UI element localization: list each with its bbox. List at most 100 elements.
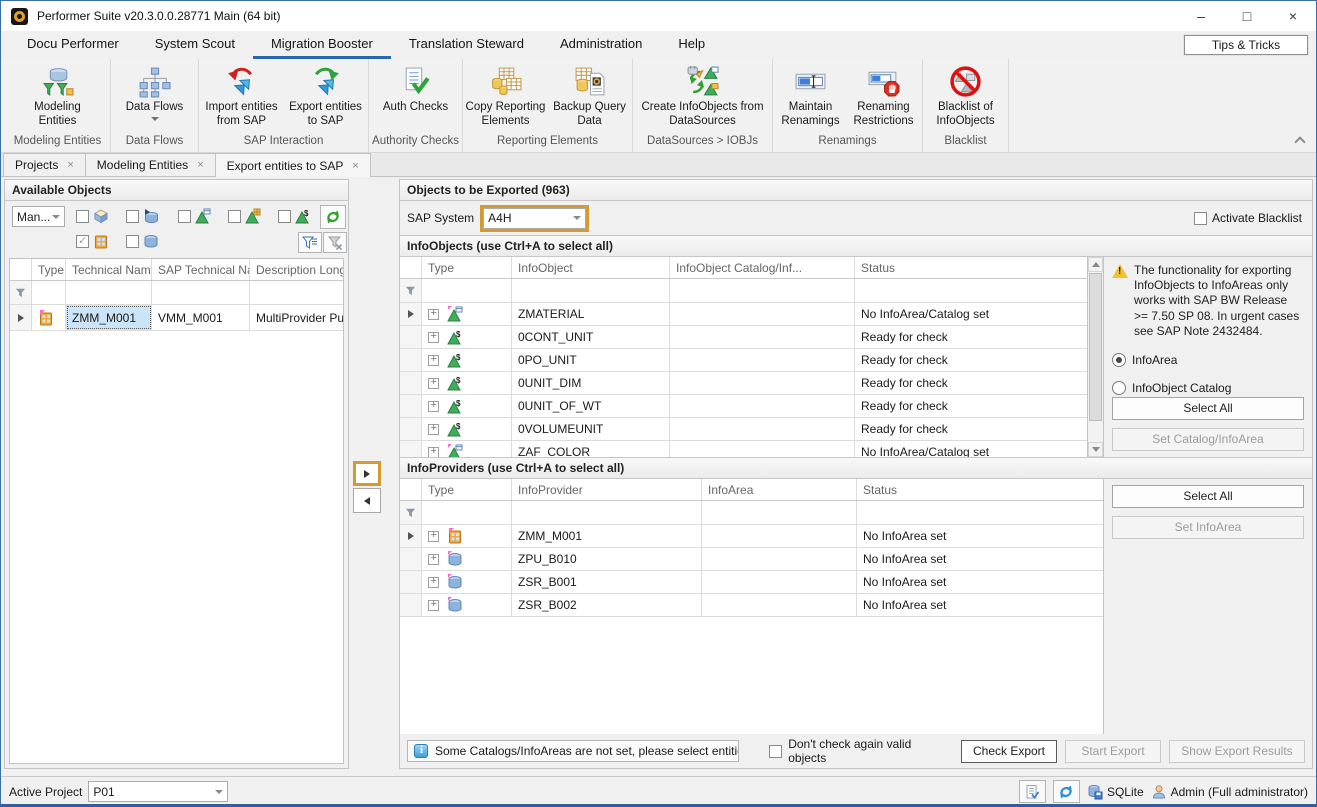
filter-cell[interactable]	[422, 279, 512, 302]
filter-infoobject-grid-checkbox[interactable]	[228, 210, 241, 223]
close-tab-icon[interactable]: ×	[197, 159, 203, 171]
log-document-button[interactable]	[1019, 780, 1046, 803]
table-row[interactable]: $	[400, 418, 1087, 441]
column-header[interactable]: Technical Name	[66, 259, 152, 280]
doc-tab-projects[interactable]: Projects ×	[3, 153, 86, 176]
move-left-button[interactable]	[353, 488, 381, 513]
expand-icon[interactable]	[428, 401, 439, 412]
expand-icon[interactable]	[428, 447, 439, 458]
tab-system-scout[interactable]: System Scout	[137, 31, 253, 59]
set-catalog-infoarea-button[interactable]: Set Catalog/InfoArea	[1112, 428, 1304, 451]
doc-tab-modeling-entities[interactable]: Modeling Entities ×	[85, 153, 216, 176]
activate-blacklist-checkbox[interactable]	[1194, 212, 1207, 225]
export-entities-button[interactable]: Export entities to SAP	[284, 62, 368, 135]
modeling-entities-button[interactable]: Modeling Entities	[15, 62, 101, 135]
column-header[interactable]: SAP Technical Na...	[152, 259, 250, 280]
check-export-button[interactable]: Check Export	[961, 740, 1057, 763]
infoobject-catalog-radio[interactable]	[1112, 381, 1126, 395]
filter-cell[interactable]	[66, 281, 152, 304]
column-header[interactable]: InfoProvider	[512, 479, 702, 500]
column-header[interactable]: Description Long	[250, 259, 343, 280]
filter-cell[interactable]	[702, 501, 857, 524]
filter-cell[interactable]	[512, 501, 702, 524]
expand-icon[interactable]	[428, 355, 439, 366]
expand-icon[interactable]	[428, 378, 439, 389]
copy-reporting-elements-button[interactable]: Copy Reporting Elements	[464, 62, 548, 135]
close-tab-icon[interactable]: ×	[67, 159, 73, 171]
set-infoarea-button[interactable]: Set InfoArea	[1112, 516, 1304, 539]
close-tab-icon[interactable]: ×	[352, 160, 358, 172]
infoobjects-scrollbar[interactable]	[1088, 257, 1104, 457]
start-export-button[interactable]: Start Export	[1065, 740, 1161, 763]
expand-icon[interactable]	[428, 600, 439, 611]
column-header[interactable]: InfoArea	[702, 479, 857, 500]
filter-characteristic-checkbox[interactable]	[178, 210, 191, 223]
tips-and-tricks-button[interactable]: Tips & Tricks	[1184, 35, 1308, 55]
infoobjects-select-all-button[interactable]: Select All	[1112, 397, 1304, 420]
column-header[interactable]: Status	[857, 479, 1103, 500]
expand-icon[interactable]	[428, 424, 439, 435]
tab-migration-booster[interactable]: Migration Booster	[253, 31, 391, 59]
column-header[interactable]: Type	[422, 479, 512, 500]
filter-cell[interactable]	[670, 279, 855, 302]
scroll-up-icon[interactable]	[1088, 257, 1103, 272]
maximize-button[interactable]: □	[1224, 1, 1270, 31]
infoproviders-select-all-button[interactable]: Select All	[1112, 485, 1304, 508]
user-status[interactable]: Admin (Full administrator)	[1151, 784, 1308, 800]
minimize-button[interactable]: –	[1178, 1, 1224, 31]
column-header[interactable]: Type	[32, 259, 66, 280]
table-row[interactable]: ZSR_B002 No InfoArea set	[400, 594, 1103, 617]
table-row[interactable]: $	[400, 303, 1087, 326]
maintain-renamings-button[interactable]: Maintain Renamings	[775, 62, 847, 135]
filter-cell[interactable]	[32, 281, 66, 304]
set-filter-button[interactable]	[298, 232, 322, 253]
tab-help[interactable]: Help	[660, 31, 723, 59]
tab-administration[interactable]: Administration	[542, 31, 660, 59]
active-project-dropdown[interactable]: P01	[88, 781, 228, 802]
scroll-down-icon[interactable]	[1088, 442, 1103, 457]
column-header[interactable]: InfoObject Catalog/Inf...	[670, 257, 855, 278]
create-infoobjects-button[interactable]: Create InfoObjects from DataSources	[638, 62, 768, 135]
table-row[interactable]: $	[400, 372, 1087, 395]
tab-docu-performer[interactable]: Docu Performer	[9, 31, 137, 59]
data-flows-button[interactable]: Data Flows	[116, 62, 194, 135]
renaming-restrictions-button[interactable]: Renaming Restrictions	[847, 62, 921, 135]
filter-cell[interactable]	[855, 279, 1087, 302]
filter-infocube-checkbox[interactable]	[76, 210, 89, 223]
filter-cell[interactable]	[422, 501, 512, 524]
auth-checks-button[interactable]: Auth Checks	[375, 62, 457, 135]
expand-icon[interactable]	[428, 332, 439, 343]
sap-system-dropdown[interactable]: A4H	[483, 208, 586, 229]
filter-keyfigure-checkbox[interactable]	[278, 210, 291, 223]
blacklist-infoobjects-button[interactable]: Blacklist of InfoObjects	[926, 62, 1006, 135]
backup-query-data-button[interactable]: Backup Query Data	[548, 62, 632, 135]
table-row[interactable]: ZSR_B001 No InfoArea set	[400, 571, 1103, 594]
table-row[interactable]: $	[400, 395, 1087, 418]
expand-icon[interactable]	[428, 577, 439, 588]
table-row[interactable]: ZMM_M001 VMM_M001 MultiProvider Purc...	[10, 305, 343, 331]
table-row[interactable]: ZMM_M001 No InfoArea set	[400, 525, 1103, 548]
dont-check-again-checkbox[interactable]	[769, 745, 782, 758]
collapse-ribbon-icon[interactable]	[1295, 135, 1304, 144]
filter-cell[interactable]	[857, 501, 1103, 524]
tab-translation-steward[interactable]: Translation Steward	[391, 31, 542, 59]
doc-tab-export-entities[interactable]: Export entities to SAP ×	[215, 153, 371, 177]
move-right-button[interactable]	[353, 461, 381, 486]
expand-icon[interactable]	[428, 309, 439, 320]
column-header[interactable]: Type	[422, 257, 512, 278]
column-header[interactable]: InfoObject	[512, 257, 670, 278]
table-row[interactable]: $	[400, 441, 1087, 457]
filter-cell[interactable]	[250, 281, 343, 304]
filter-multiprovider-checkbox[interactable]	[76, 235, 89, 248]
filter-cell[interactable]	[152, 281, 250, 304]
column-header[interactable]: Status	[855, 257, 1087, 278]
table-row[interactable]: ZPU_B010 No InfoArea set	[400, 548, 1103, 571]
infoarea-radio[interactable]	[1112, 353, 1126, 367]
filter-cell[interactable]	[512, 279, 670, 302]
clear-filter-button[interactable]	[323, 232, 347, 253]
refresh-button[interactable]	[320, 205, 346, 229]
database-status[interactable]: SQLite	[1087, 784, 1144, 800]
expand-icon[interactable]	[428, 531, 439, 542]
show-export-results-button[interactable]: Show Export Results	[1169, 740, 1305, 763]
filter-dso-checkbox[interactable]	[126, 235, 139, 248]
